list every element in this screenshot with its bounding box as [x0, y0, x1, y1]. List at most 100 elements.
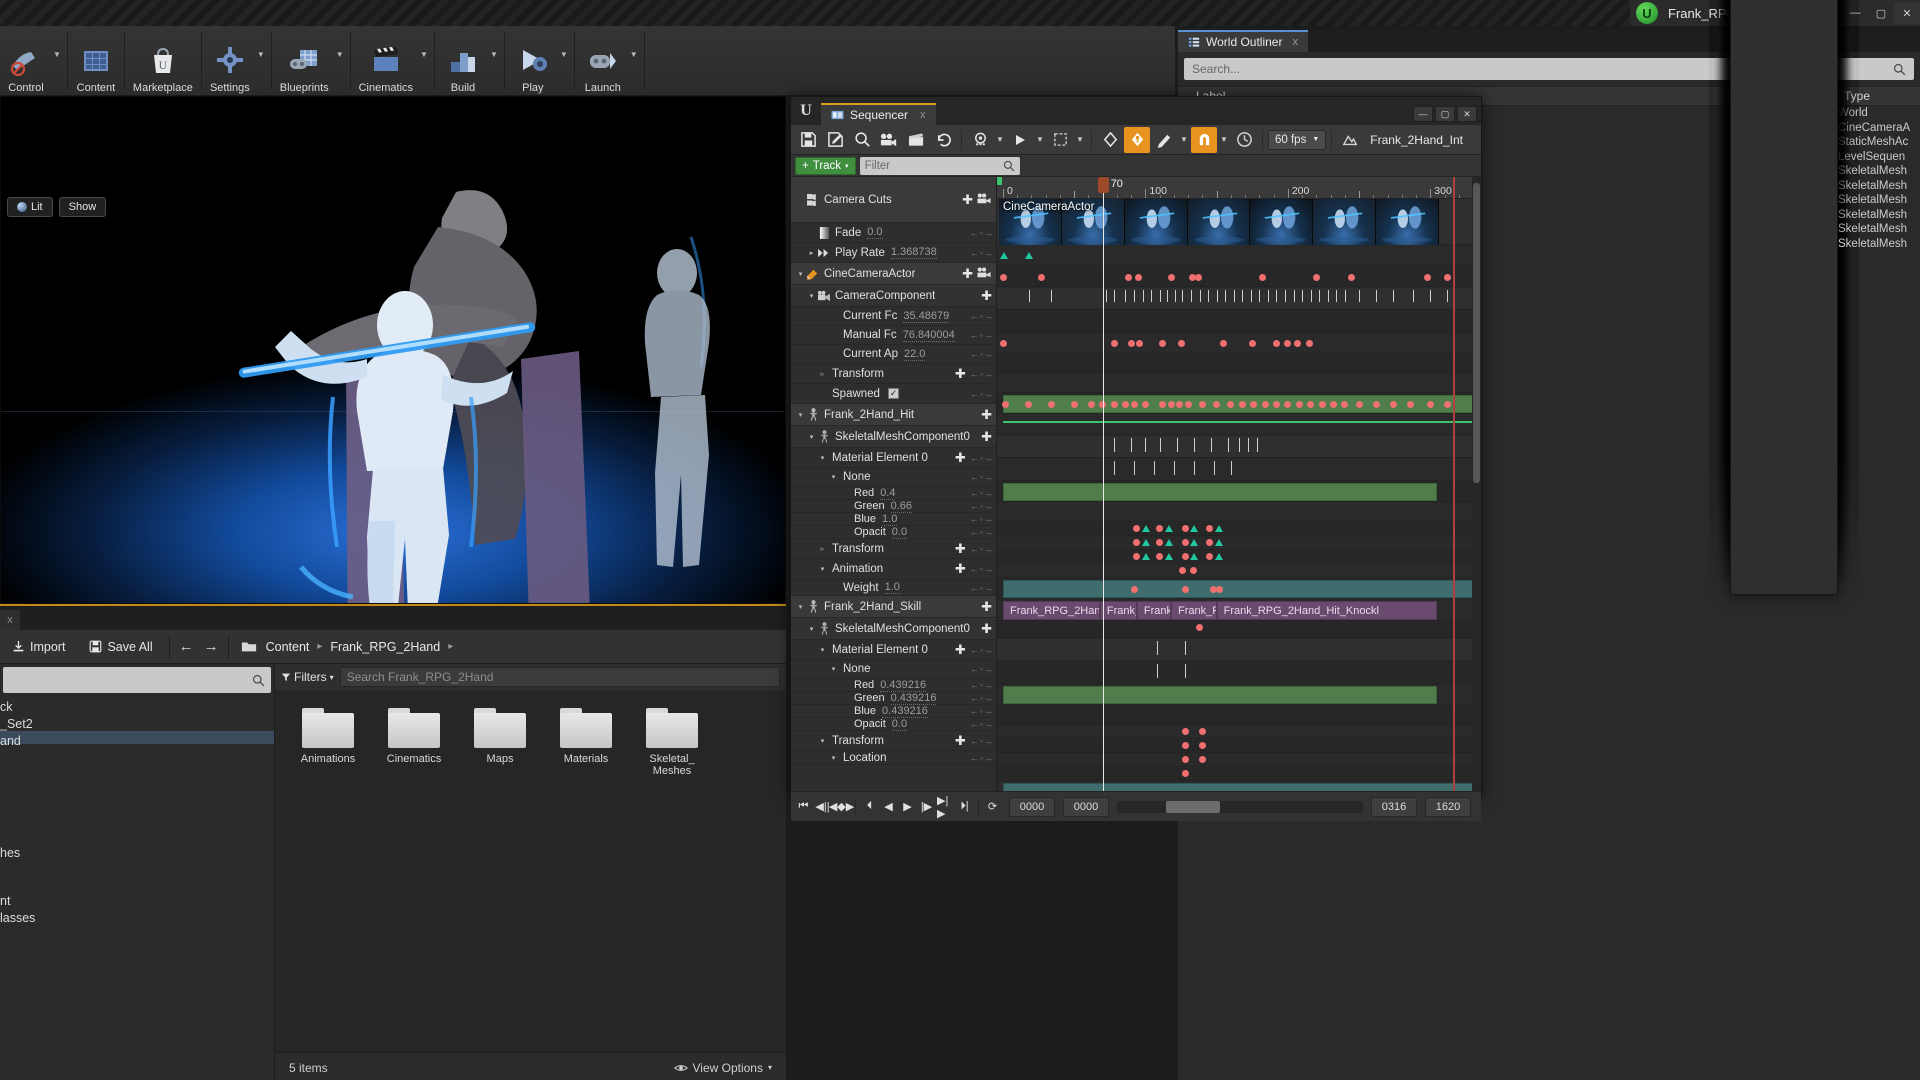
prev-key-icon[interactable]: ← — [970, 693, 979, 703]
keyframe[interactable] — [1215, 553, 1223, 560]
add-key-icon[interactable]: ◦ — [980, 645, 983, 655]
expander-icon[interactable]: ▾ — [817, 565, 828, 573]
add-key-icon[interactable]: ◦ — [980, 583, 983, 593]
add-key-icon[interactable]: ◦ — [980, 248, 983, 258]
add-track-plus-icon[interactable]: ✚ — [981, 429, 996, 445]
track-row-skeletalmeshcomponent0[interactable]: ▾SkeletalMeshComponent0✚ — [791, 426, 996, 448]
keyframe[interactable] — [1168, 401, 1175, 408]
add-track-plus-icon[interactable]: ✚ — [981, 407, 996, 423]
keyframe-bar[interactable] — [1359, 290, 1360, 302]
outliner-tab-close[interactable]: x — [1292, 36, 1298, 48]
keyframe[interactable] — [1168, 274, 1175, 281]
timeline-lane[interactable] — [997, 551, 1481, 564]
playhead-handle[interactable] — [1098, 177, 1109, 193]
keyframe[interactable] — [1190, 539, 1198, 546]
expander-icon[interactable]: ▾ — [828, 754, 839, 762]
keyframe-bar[interactable] — [1208, 290, 1209, 302]
asset-item[interactable]: Animations — [297, 708, 359, 777]
keyframe[interactable] — [1444, 274, 1451, 281]
sequencer-actions-button[interactable] — [967, 127, 993, 153]
keyframe-bar[interactable] — [1294, 290, 1295, 302]
key-nav-controls[interactable]: ←◦→ — [970, 680, 996, 690]
add-track-plus-icon[interactable]: ✚ — [955, 450, 970, 466]
keyframe[interactable] — [1122, 401, 1129, 408]
chevron-down-icon-cinematics[interactable]: ▼ — [419, 50, 432, 73]
keyframe-bar[interactable] — [1191, 290, 1192, 302]
timeline-section[interactable] — [1003, 783, 1473, 791]
keyframe-bar[interactable] — [1285, 290, 1286, 302]
key-nav-controls[interactable]: ←◦→ — [970, 349, 996, 359]
chevron-down-icon-actions-icon[interactable]: ▼ — [994, 127, 1006, 153]
transport-button-7[interactable]: ▶|▶ — [937, 796, 954, 818]
sequencer-create-camera-button[interactable] — [876, 127, 902, 153]
keyframe-bar[interactable] — [1134, 461, 1135, 475]
keyframe-bar[interactable] — [1114, 290, 1115, 302]
keyframe[interactable] — [1319, 401, 1326, 408]
expander-icon[interactable]: ▾ — [817, 646, 828, 654]
expander-icon[interactable]: ▾ — [817, 737, 828, 745]
timeline-lane[interactable] — [997, 740, 1481, 753]
next-key-icon[interactable]: → — [984, 453, 993, 463]
sequencer-save-as-button[interactable] — [822, 127, 848, 153]
prev-key-icon[interactable]: ← — [970, 472, 979, 482]
key-nav-controls[interactable]: ←◦→ — [970, 706, 996, 716]
add-track-plus-icon[interactable]: ✚ — [955, 642, 970, 658]
keyframe-bar[interactable] — [1217, 290, 1218, 302]
keyframe[interactable] — [1199, 742, 1206, 749]
keyframe[interactable] — [1025, 252, 1033, 259]
keyframe[interactable] — [1182, 553, 1189, 560]
end-frame-field[interactable]: 0316 — [1371, 797, 1417, 817]
keyframe-bar[interactable] — [1328, 290, 1329, 302]
track-row-transform[interactable]: ▹Transform✚←◦→ — [791, 364, 996, 384]
nav-forward-button[interactable]: → — [199, 638, 224, 655]
keyframe[interactable] — [1215, 525, 1223, 532]
level-viewport[interactable]: Lit Show ◀|◀◀|◀▶|▶▶|▶⟳ — [0, 96, 786, 604]
track-row-material-element-0[interactable]: ▾Material Element 0✚←◦→ — [791, 448, 996, 468]
key-nav-controls[interactable]: ←◦→ — [970, 311, 996, 321]
next-key-icon[interactable]: → — [984, 228, 993, 238]
keyframe-bar[interactable] — [1151, 290, 1152, 302]
next-key-icon[interactable]: → — [984, 514, 993, 524]
prev-key-icon[interactable]: ← — [970, 753, 979, 763]
add-key-icon[interactable]: ◦ — [980, 488, 983, 498]
add-key-icon[interactable]: ◦ — [980, 706, 983, 716]
sequencer-undo-button[interactable] — [930, 127, 956, 153]
add-track-plus-icon[interactable]: ✚ — [981, 621, 996, 637]
sequencer-maximize-button[interactable]: ▢ — [1435, 106, 1455, 122]
next-key-icon[interactable]: → — [984, 564, 993, 574]
sequencer-find-button[interactable] — [849, 127, 875, 153]
key-nav-controls[interactable]: ←◦→ — [970, 472, 996, 482]
minimize-button[interactable]: — — [1842, 2, 1868, 24]
timeline-ruler[interactable]: 0100200300 — [997, 177, 1481, 199]
add-key-icon[interactable]: ◦ — [980, 544, 983, 554]
keyframe[interactable] — [1390, 401, 1397, 408]
track-row-cinecameraactor[interactable]: ▾CineCameraActor✚ — [791, 263, 996, 285]
chevron-down-icon-curve-editor-icon[interactable]: ▼ — [1178, 127, 1190, 153]
keyframe[interactable] — [1199, 756, 1206, 763]
expander-icon[interactable]: ▾ — [795, 270, 806, 278]
keyframe[interactable] — [1000, 252, 1008, 259]
sequencer-auto-key-button[interactable] — [1124, 127, 1150, 153]
keyframe-bar[interactable] — [1239, 438, 1240, 452]
asset-tree-item-8[interactable]: nt — [0, 891, 274, 904]
expander-icon[interactable]: ▹ — [817, 545, 828, 553]
next-key-icon[interactable]: → — [984, 753, 993, 763]
track-row-frank-2hand-skill[interactable]: ▾Frank_2Hand_Skill✚ — [791, 596, 996, 618]
expander-icon[interactable]: ▾ — [828, 473, 839, 481]
keyframe[interactable] — [1249, 340, 1256, 347]
timeline-lane[interactable] — [997, 415, 1481, 435]
track-value[interactable]: 0.0 — [892, 718, 907, 731]
keyframe[interactable] — [1407, 401, 1414, 408]
key-nav-controls[interactable]: ←◦→ — [970, 501, 996, 511]
keyframe[interactable] — [1206, 553, 1213, 560]
add-key-icon[interactable]: ◦ — [980, 680, 983, 690]
asset-item[interactable]: Materials — [555, 708, 617, 777]
keyframe[interactable] — [1356, 401, 1363, 408]
track-row-skeletalmeshcomponent0[interactable]: ▾SkeletalMeshComponent0✚ — [791, 618, 996, 640]
keyframe[interactable] — [1142, 401, 1149, 408]
expander-icon[interactable]: ▹ — [817, 370, 828, 378]
add-key-icon[interactable]: ◦ — [980, 514, 983, 524]
close-button[interactable]: ✕ — [1894, 2, 1920, 24]
toolbar-play-button[interactable]: Play — [507, 37, 559, 96]
timeline-lane[interactable] — [997, 726, 1481, 739]
